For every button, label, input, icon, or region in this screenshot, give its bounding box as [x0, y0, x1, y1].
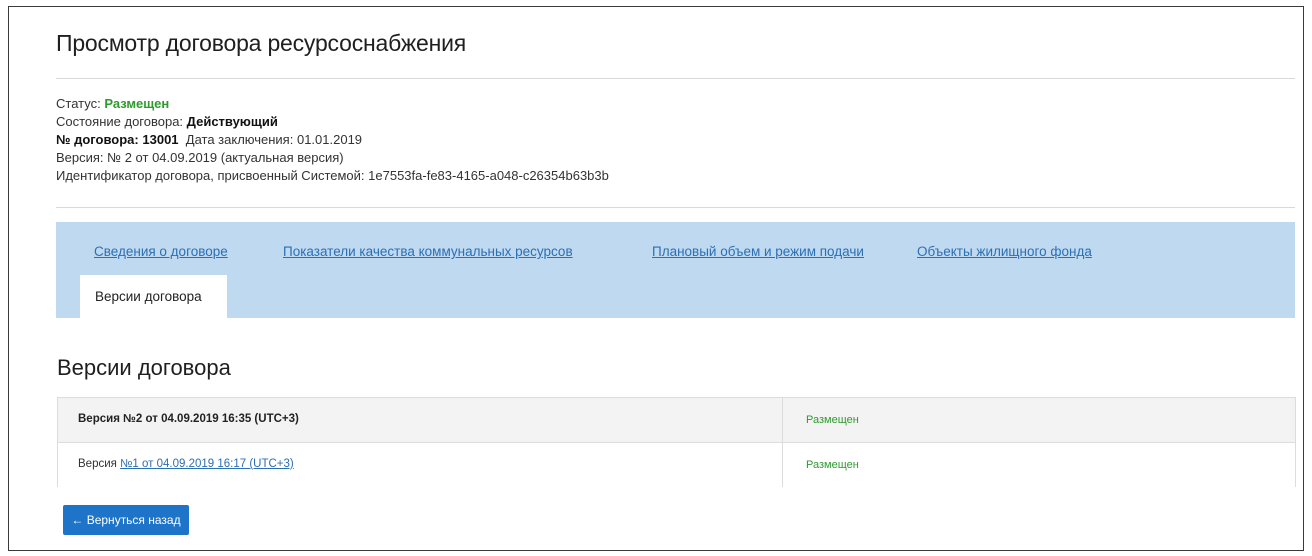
version-line: Версия: № 2 от 04.09.2019 (актуальная ве… — [56, 150, 344, 165]
column-divider — [782, 443, 783, 487]
state-line: Состояние договора: Действующий — [56, 114, 278, 130]
divider — [56, 78, 1295, 79]
status-value: Размещен — [104, 96, 170, 111]
status-line: Статус: Размещен — [56, 96, 169, 112]
tab-housing-objects[interactable]: Объекты жилищного фонда — [917, 244, 1092, 259]
divider — [56, 207, 1295, 208]
version-status: Размещен — [806, 414, 859, 426]
state-label: Состояние договора: — [56, 114, 184, 129]
version-name: Версия №1 от 04.09.2019 16:17 (UTC+3) — [78, 458, 294, 470]
version-prefix: Версия — [78, 458, 117, 470]
version-name: Версия №2 от 04.09.2019 16:35 (UTC+3) — [78, 413, 299, 425]
versions-table: Версия №2 от 04.09.2019 16:35 (UTC+3) Ра… — [57, 397, 1296, 487]
tab-contract-info[interactable]: Сведения о договоре — [94, 244, 228, 259]
state-value: Действующий — [186, 114, 278, 129]
tab-quality-indicators[interactable]: Показатели качества коммунальных ресурсо… — [283, 244, 573, 259]
identifier-line: Идентификатор договора, присвоенный Сист… — [56, 168, 609, 183]
column-divider — [782, 398, 783, 442]
back-button[interactable]: ← Вернуться назад — [63, 505, 189, 535]
tab-planned-volume[interactable]: Плановый объем и режим подачи — [652, 244, 864, 259]
number-value: 13001 — [142, 132, 179, 147]
status-label: Статус: — [56, 96, 101, 111]
page-title: Просмотр договора ресурсоснабжения — [56, 30, 466, 56]
section-title: Версии договора — [57, 355, 231, 380]
date-value: 01.01.2019 — [296, 132, 363, 147]
number-label: № договора: — [56, 132, 139, 147]
table-row: Версия №1 от 04.09.2019 16:17 (UTC+3) Ра… — [58, 443, 1295, 487]
tabs-panel: Сведения о договоре Показатели качества … — [56, 222, 1295, 318]
table-row: Версия №2 от 04.09.2019 16:35 (UTC+3) Ра… — [58, 398, 1295, 443]
number-line: № договора: 13001 Дата заключения: 01.01… — [56, 132, 362, 148]
tab-contract-versions[interactable]: Версии договора — [80, 275, 227, 318]
date-label: Дата заключения: — [185, 132, 294, 147]
version-link[interactable]: №1 от 04.09.2019 16:17 (UTC+3) — [120, 458, 294, 470]
version-status: Размещен — [806, 459, 859, 471]
